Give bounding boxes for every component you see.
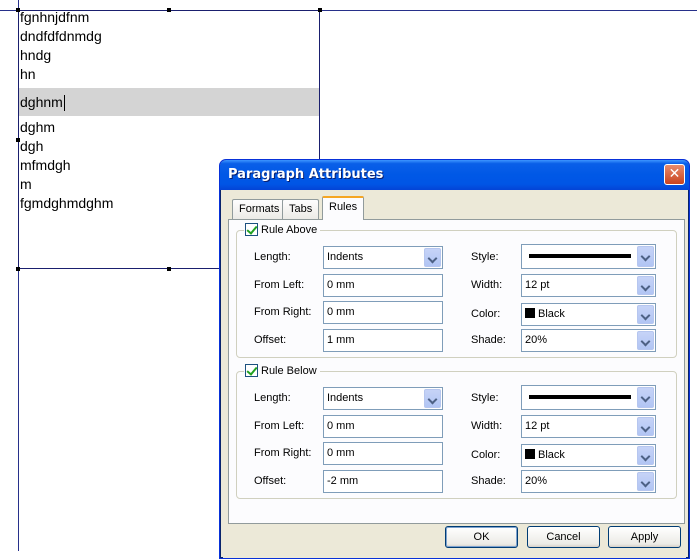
- text-line: hn: [20, 66, 36, 82]
- dialog-titlebar[interactable]: Paragraph Attributes ✕: [220, 160, 689, 190]
- from-left-value: 0 mm: [327, 420, 355, 432]
- offset-input[interactable]: 1 mm: [323, 329, 443, 352]
- tab-tabs[interactable]: Tabs: [282, 199, 320, 219]
- from-right-label: From Right:: [254, 447, 312, 459]
- from-right-input[interactable]: 0 mm: [323, 442, 443, 465]
- selected-text: dghnm: [20, 94, 63, 110]
- chevron-down-icon[interactable]: [637, 417, 654, 436]
- from-right-value: 0 mm: [327, 306, 355, 318]
- shade-value: 20%: [525, 334, 548, 346]
- text-caret: [63, 95, 65, 112]
- width-value: 12 pt: [525, 420, 550, 432]
- chevron-down-icon[interactable]: [637, 472, 654, 491]
- length-value: Indents: [327, 251, 364, 263]
- offset-input[interactable]: -2 mm: [323, 470, 443, 493]
- rule-above-label: Rule Above: [261, 223, 318, 236]
- width-label: Width:: [471, 279, 503, 291]
- from-right-input[interactable]: 0 mm: [323, 301, 443, 324]
- chevron-down-icon[interactable]: [637, 305, 654, 324]
- line-style-sample: [529, 395, 631, 399]
- length-select[interactable]: Indents: [323, 246, 443, 269]
- rules-tab-panel: Rule Above Length: Indents From Left: 0 …: [228, 219, 685, 524]
- chevron-down-icon[interactable]: [637, 387, 654, 408]
- style-select[interactable]: [521, 244, 656, 269]
- close-button[interactable]: ✕: [664, 164, 685, 185]
- dialog-title: Paragraph Attributes: [228, 167, 384, 182]
- from-left-input[interactable]: 0 mm: [323, 274, 443, 297]
- shade-label: Shade:: [471, 334, 506, 346]
- text-line: hndg: [20, 47, 52, 63]
- chevron-down-icon[interactable]: [424, 248, 441, 267]
- cancel-button[interactable]: Cancel: [527, 526, 600, 548]
- selected-text-line: dghnm: [19, 88, 319, 116]
- from-left-input[interactable]: 0 mm: [323, 415, 443, 438]
- from-left-label: From Left:: [254, 420, 305, 432]
- text-line: dghm: [20, 119, 56, 135]
- offset-label: Offset:: [254, 475, 287, 487]
- rule-above-group: Rule Above Length: Indents From Left: 0 …: [236, 223, 677, 358]
- color-select[interactable]: Black: [521, 444, 656, 467]
- offset-value: 1 mm: [327, 334, 355, 346]
- length-value: Indents: [327, 392, 364, 404]
- width-label: Width:: [471, 420, 503, 432]
- color-value: Black: [538, 449, 565, 461]
- width-select[interactable]: 12 pt: [521, 274, 656, 297]
- rule-above-checkbox[interactable]: [245, 223, 258, 236]
- width-select[interactable]: 12 pt: [521, 415, 656, 438]
- from-right-label: From Right:: [254, 306, 312, 318]
- style-select[interactable]: [521, 385, 656, 410]
- shade-select[interactable]: 20%: [521, 329, 656, 352]
- color-label: Color:: [471, 308, 501, 320]
- style-label: Style:: [471, 392, 499, 404]
- width-value: 12 pt: [525, 279, 550, 291]
- text-line: dgh: [20, 138, 44, 154]
- close-icon: ✕: [668, 166, 681, 182]
- from-left-value: 0 mm: [327, 279, 355, 291]
- text-line: dndfdfdnmdg: [20, 28, 102, 44]
- rule-above-legend[interactable]: Rule Above: [244, 223, 321, 236]
- chevron-down-icon[interactable]: [424, 389, 441, 408]
- apply-button[interactable]: Apply: [608, 526, 681, 548]
- offset-value: -2 mm: [327, 475, 359, 487]
- length-label: Length:: [254, 251, 291, 263]
- length-label: Length:: [254, 392, 291, 404]
- paragraph-attributes-dialog: Paragraph Attributes ✕ Formats Tabs Rule…: [219, 159, 690, 559]
- line-style-sample: [529, 254, 631, 258]
- color-swatch: [525, 449, 535, 459]
- chevron-down-icon[interactable]: [637, 446, 654, 465]
- shade-select[interactable]: 20%: [521, 470, 656, 493]
- color-select[interactable]: Black: [521, 303, 656, 326]
- tab-rules[interactable]: Rules: [322, 196, 365, 220]
- rule-below-legend[interactable]: Rule Below: [244, 364, 320, 377]
- from-left-label: From Left:: [254, 279, 305, 291]
- rule-below-group: Rule Below Length: Indents From Left: 0 …: [236, 364, 677, 499]
- color-label: Color:: [471, 449, 501, 461]
- chevron-down-icon[interactable]: [637, 331, 654, 350]
- shade-label: Shade:: [471, 475, 506, 487]
- text-line: fgnhnjdfnm: [20, 9, 90, 25]
- tab-formats[interactable]: Formats: [232, 199, 287, 219]
- chevron-down-icon[interactable]: [637, 246, 654, 267]
- ok-button[interactable]: OK: [445, 526, 518, 548]
- rule-below-checkbox[interactable]: [245, 364, 258, 377]
- color-value: Black: [538, 308, 565, 320]
- color-swatch: [525, 308, 535, 318]
- shade-value: 20%: [525, 475, 548, 487]
- rule-below-label: Rule Below: [261, 364, 317, 377]
- frame-handle-bottom-middle[interactable]: [167, 267, 171, 271]
- offset-label: Offset:: [254, 334, 287, 346]
- chevron-down-icon[interactable]: [637, 276, 654, 295]
- style-label: Style:: [471, 251, 499, 263]
- dialog-body: Formats Tabs Rules Rule Above Length: In…: [223, 190, 686, 558]
- length-select[interactable]: Indents: [323, 387, 443, 410]
- frame-handle-bottom-left[interactable]: [16, 267, 20, 271]
- from-right-value: 0 mm: [327, 447, 355, 459]
